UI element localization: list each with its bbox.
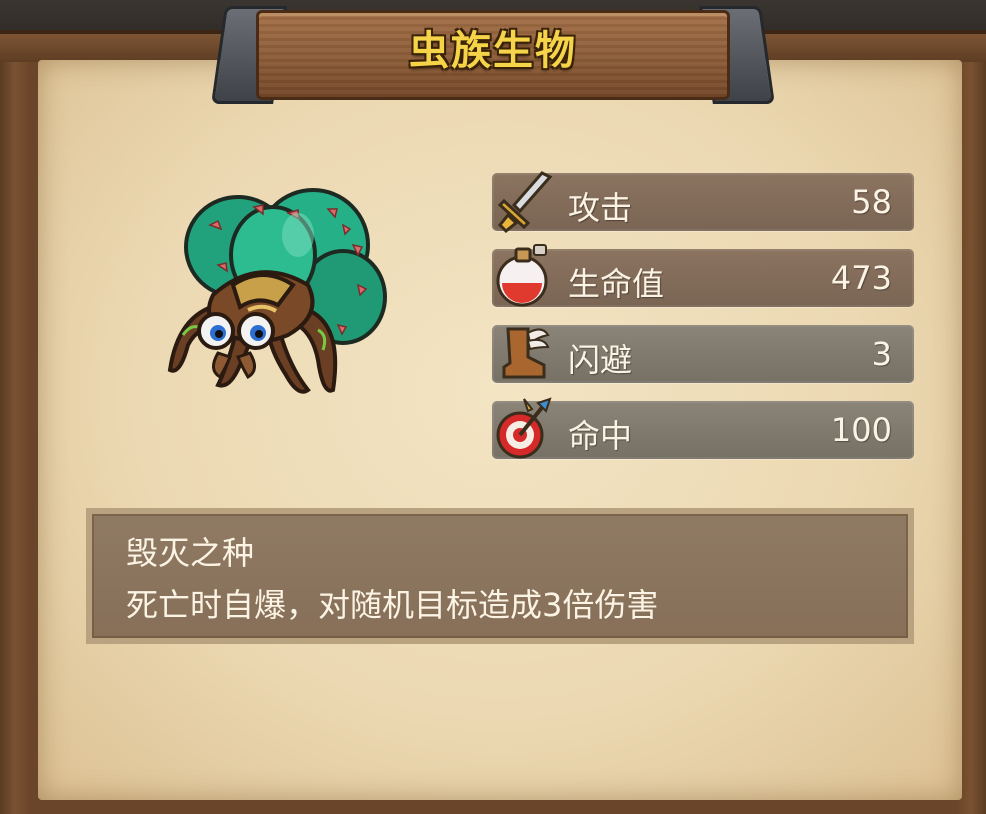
skill-name: 毁灭之种	[126, 534, 255, 572]
stat-value: 3	[871, 335, 892, 373]
stat-row-hp: 生命值 473	[492, 244, 914, 307]
red-potion-icon	[496, 244, 548, 307]
skill-description: 死亡时自爆，对随机目标造成3倍伤害	[126, 586, 659, 624]
stat-label: 攻击	[568, 189, 633, 227]
creature-portrait	[167, 188, 387, 394]
stat-row-dodge: 闪避 3	[492, 325, 914, 383]
page-title: 虫族生物	[409, 28, 577, 74]
stat-label: 生命值	[568, 265, 665, 303]
target-arrow-icon	[496, 397, 552, 459]
winged-boot-icon	[502, 327, 550, 379]
sword-icon	[497, 171, 553, 233]
stat-label: 闪避	[568, 341, 633, 379]
title-plank: 虫族生物	[211, 2, 775, 104]
stat-value: 100	[830, 411, 892, 449]
stat-row-attack: 攻击 58	[492, 171, 914, 233]
stat-row-accuracy: 命中 100	[492, 397, 914, 459]
stat-value: 58	[851, 183, 892, 221]
skill-panel: 毁灭之种 死亡时自爆，对随机目标造成3倍伤害	[86, 508, 914, 644]
stat-label: 命中	[568, 417, 633, 455]
stat-value: 473	[830, 259, 892, 297]
